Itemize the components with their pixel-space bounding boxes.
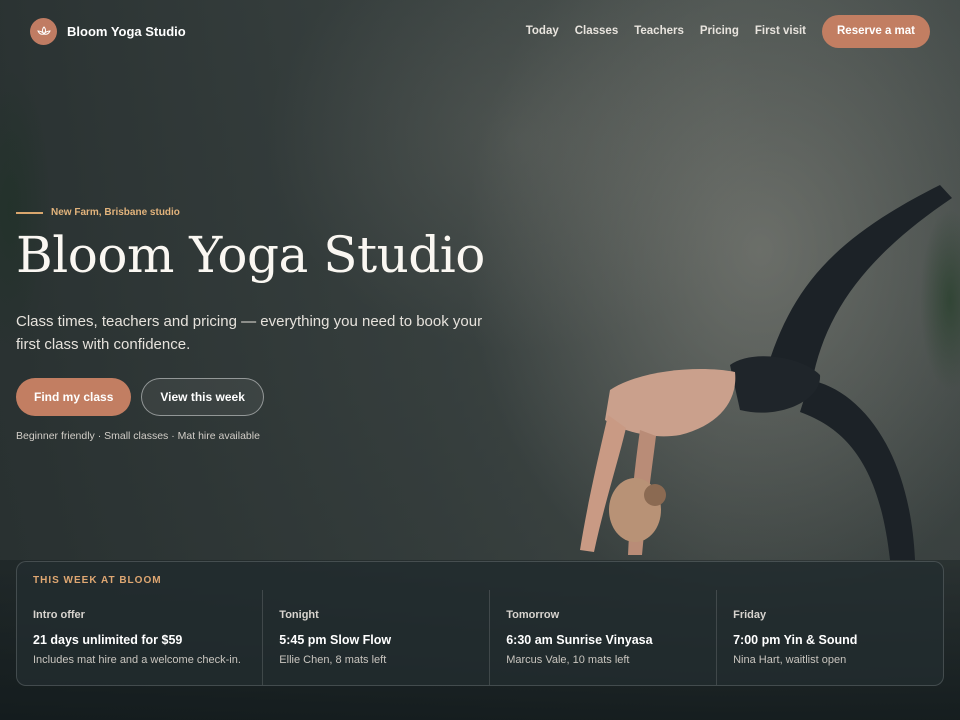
week-card-title: 7:00 pm Yin & Sound [733, 633, 858, 647]
hero-note: Beginner friendly · Small classes · Mat … [16, 430, 260, 442]
week-card-friday[interactable]: Friday 7:00 pm Yin & Sound Nina Hart, wa… [716, 590, 943, 685]
hero-subtitle: Class times, teachers and pricing — ever… [16, 313, 483, 353]
week-panel: THIS WEEK AT BLOOM Intro offer 21 days u… [16, 561, 944, 686]
nav-link-teachers[interactable]: Teachers [634, 25, 684, 37]
location-kicker: New Farm, Brisbane studio [16, 207, 180, 218]
week-card-label: Tonight [279, 609, 319, 621]
week-columns: Intro offer 21 days unlimited for $59 In… [17, 590, 943, 685]
week-heading: THIS WEEK AT BLOOM [33, 575, 162, 586]
week-card-tomorrow[interactable]: Tomorrow 6:30 am Sunrise Vinyasa Marcus … [489, 590, 716, 685]
week-card-label: Tomorrow [506, 609, 560, 621]
week-card-title: 5:45 pm Slow Flow [279, 633, 392, 647]
nav-links: Today Classes Teachers Pricing First vis… [526, 14, 930, 48]
week-card-detail: Marcus Vale, 10 mats left [506, 654, 630, 666]
yoga-figure-image [580, 185, 952, 560]
hero-actions: Find my class View this week [16, 378, 264, 416]
reserve-mat-button[interactable]: Reserve a mat [822, 14, 930, 48]
nav-link-today[interactable]: Today [526, 25, 559, 37]
week-card-intro-offer[interactable]: Intro offer 21 days unlimited for $59 In… [17, 590, 262, 685]
lotus-icon [30, 17, 57, 45]
week-card-label: Friday [733, 609, 767, 621]
find-my-class-button[interactable]: Find my class [16, 378, 132, 416]
nav-link-classes[interactable]: Classes [575, 25, 618, 37]
week-card-detail: Includes mat hire and a welcome check-in… [33, 654, 241, 666]
nav-link-first-visit[interactable]: First visit [755, 25, 806, 37]
nav-link-pricing[interactable]: Pricing [700, 25, 739, 37]
week-card-detail: Nina Hart, waitlist open [733, 654, 847, 666]
week-card-tonight[interactable]: Tonight 5:45 pm Slow Flow Ellie Chen, 8 … [262, 590, 489, 685]
view-this-week-button[interactable]: View this week [141, 378, 264, 416]
brand-name: Bloom Yoga Studio [67, 23, 186, 39]
kicker-line [16, 211, 43, 214]
kicker-text: New Farm, Brisbane studio [51, 207, 180, 218]
brand[interactable]: Bloom Yoga Studio [30, 17, 186, 45]
week-card-label: Intro offer [33, 609, 85, 621]
week-card-detail: Ellie Chen, 8 mats left [279, 654, 387, 666]
top-nav: Bloom Yoga Studio Today Classes Teachers… [30, 14, 930, 48]
page-title: Bloom Yoga Studio [16, 226, 485, 284]
week-card-title: 6:30 am Sunrise Vinyasa [506, 633, 653, 647]
week-card-title: 21 days unlimited for $59 [33, 633, 183, 647]
